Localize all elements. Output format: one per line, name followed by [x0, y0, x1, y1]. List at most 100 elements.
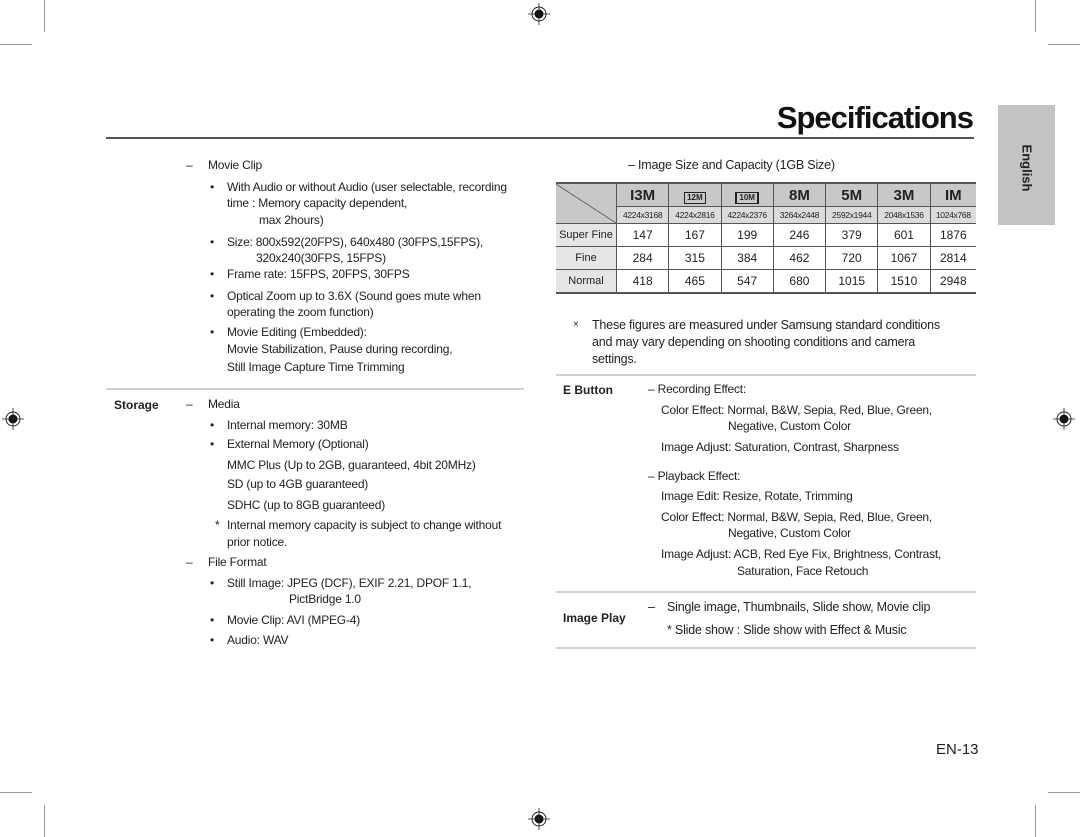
bullet: •	[210, 235, 215, 249]
crop-mark	[1048, 792, 1080, 793]
capacity-cell: 379	[825, 223, 879, 247]
size-icon-5m: 5M	[825, 182, 879, 207]
spec-line: PictBridge 1.0	[289, 592, 361, 606]
capacity-cell: 384	[720, 246, 774, 270]
capacity-cell: 547	[720, 269, 774, 294]
asterisk: *	[215, 518, 220, 532]
page-number: EN-13	[936, 741, 979, 758]
size-icon-8m: 8M	[772, 182, 827, 207]
diagonal-line	[556, 184, 616, 223]
spec-line: With Audio or without Audio (user select…	[227, 180, 507, 194]
spec-line: Image Adjust: Saturation, Contrast, Shar…	[661, 440, 899, 454]
spec-line: operating the zoom function)	[227, 305, 374, 319]
capacity-table: I3M 12M 10M 8M 5M 3M IM 4224x3168 4224x2…	[556, 182, 976, 294]
spec-line: MMC Plus (Up to 2GB, guaranteed, 4bit 20…	[227, 458, 476, 472]
spec-line: Negative, Custom Color	[728, 526, 851, 540]
spec-line: Negative, Custom Color	[728, 419, 851, 433]
page-title: Specifications	[776, 100, 974, 135]
crop-mark	[44, 805, 45, 837]
dash: –	[186, 555, 193, 569]
spec-line: Still Image Capture Time Trimming	[227, 360, 405, 374]
crop-mark	[0, 792, 32, 793]
section-divider	[556, 647, 976, 649]
spec-line: Image Edit: Resize, Rotate, Trimming	[661, 489, 853, 503]
spec-line: 320x240(30FPS, 15FPS)	[256, 251, 386, 265]
e-button-label: E Button	[563, 383, 613, 397]
spec-line: max 2hours)	[259, 213, 324, 227]
resolution-cell: 1024x768	[929, 206, 976, 224]
file-format-heading: File Format	[208, 555, 267, 569]
spec-line: Movie Editing (Embedded):	[227, 325, 367, 339]
capacity-cell: 1876	[929, 223, 976, 247]
capacity-cell: 315	[668, 246, 722, 270]
note-mark: ×	[573, 319, 579, 330]
capacity-cell: 199	[720, 223, 774, 247]
bullet: •	[210, 289, 215, 303]
dash: –	[648, 600, 655, 614]
dash: –	[186, 158, 193, 172]
spec-note: prior notice.	[227, 535, 288, 549]
table-row: Super Fine 147 167 199 246 379 601 1876	[556, 223, 976, 247]
spec-line: Color Effect: Normal, B&W, Sepia, Red, B…	[661, 510, 933, 524]
registration-mark-icon	[1053, 408, 1075, 430]
spec-note: Internal memory capacity is subject to c…	[227, 518, 502, 532]
resolution-cell: 4224x2376	[720, 206, 774, 224]
resolution-cell: 3264x2448	[772, 206, 827, 224]
spec-line: External Memory (Optional)	[227, 437, 369, 451]
size-icon-1m: IM	[929, 182, 976, 207]
registration-mark-icon	[2, 408, 24, 430]
spec-line: time : Memory capacity dependent,	[227, 196, 408, 210]
capacity-cell: 1067	[877, 246, 931, 270]
language-tab-label: English	[1019, 144, 1035, 192]
capacity-cell: 680	[772, 269, 827, 294]
movie-clip-heading: Movie Clip	[208, 158, 263, 172]
table-corner-cell	[556, 182, 617, 224]
bullet: •	[210, 325, 215, 339]
crop-mark	[0, 44, 32, 45]
image-play-modes: Single image, Thumbnails, Slide show, Mo…	[667, 600, 931, 614]
table-note: and may vary depending on shooting condi…	[592, 335, 916, 349]
table-row: Fine 284 315 384 462 720 1067 2814	[556, 246, 976, 270]
quality-label: Fine	[556, 246, 617, 270]
capacity-cell: 601	[877, 223, 931, 247]
resolution-cell: 4224x2816	[668, 206, 722, 224]
size-icon-12m: 12M	[668, 182, 722, 207]
registration-mark-icon	[528, 808, 550, 830]
spec-line: Color Effect: Normal, B&W, Sepia, Red, B…	[661, 403, 933, 417]
bullet: •	[210, 267, 215, 281]
bullet: •	[210, 418, 215, 432]
quality-label: Super Fine	[556, 223, 617, 247]
capacity-cell: 2814	[929, 246, 976, 270]
section-divider	[556, 591, 976, 593]
registration-mark-icon	[528, 3, 550, 25]
crop-mark	[1048, 44, 1080, 45]
crop-mark	[44, 0, 45, 32]
quality-label: Normal	[556, 269, 617, 294]
table-caption: – Image Size and Capacity (1GB Size)	[628, 158, 835, 172]
spec-line: SDHC (up to 8GB guaranteed)	[227, 498, 386, 512]
capacity-cell: 418	[615, 269, 670, 294]
capacity-cell: 167	[668, 223, 722, 247]
resolution-cell: 2048x1536	[877, 206, 931, 224]
capacity-cell: 1015	[825, 269, 879, 294]
table-row: Normal 418 465 547 680 1015 1510 2948	[556, 269, 976, 294]
section-divider	[556, 374, 976, 376]
crop-mark	[1035, 805, 1036, 837]
spec-line: Still Image: JPEG (DCF), EXIF 2.21, DPOF…	[227, 576, 472, 590]
spec-line: Internal memory: 30MB	[227, 418, 348, 432]
capacity-cell: 284	[615, 246, 670, 270]
resolution-cell: 2592x1944	[825, 206, 879, 224]
bullet: •	[210, 437, 215, 451]
capacity-cell: 246	[772, 223, 827, 247]
capacity-cell: 720	[825, 246, 879, 270]
media-heading: Media	[208, 397, 240, 411]
resolution-cell: 4224x3168	[616, 206, 670, 224]
spec-line: Size: 800x592(20FPS), 640x480 (30FPS,15F…	[227, 235, 484, 249]
slide-show-note: * Slide show : Slide show with Effect & …	[667, 623, 907, 637]
bullet: •	[210, 633, 215, 647]
title-rule	[106, 137, 974, 139]
capacity-cell: 462	[772, 246, 827, 270]
image-play-label: Image Play	[563, 611, 626, 625]
capacity-cell: 1510	[877, 269, 931, 294]
size-icon-3m: 3M	[877, 182, 931, 207]
